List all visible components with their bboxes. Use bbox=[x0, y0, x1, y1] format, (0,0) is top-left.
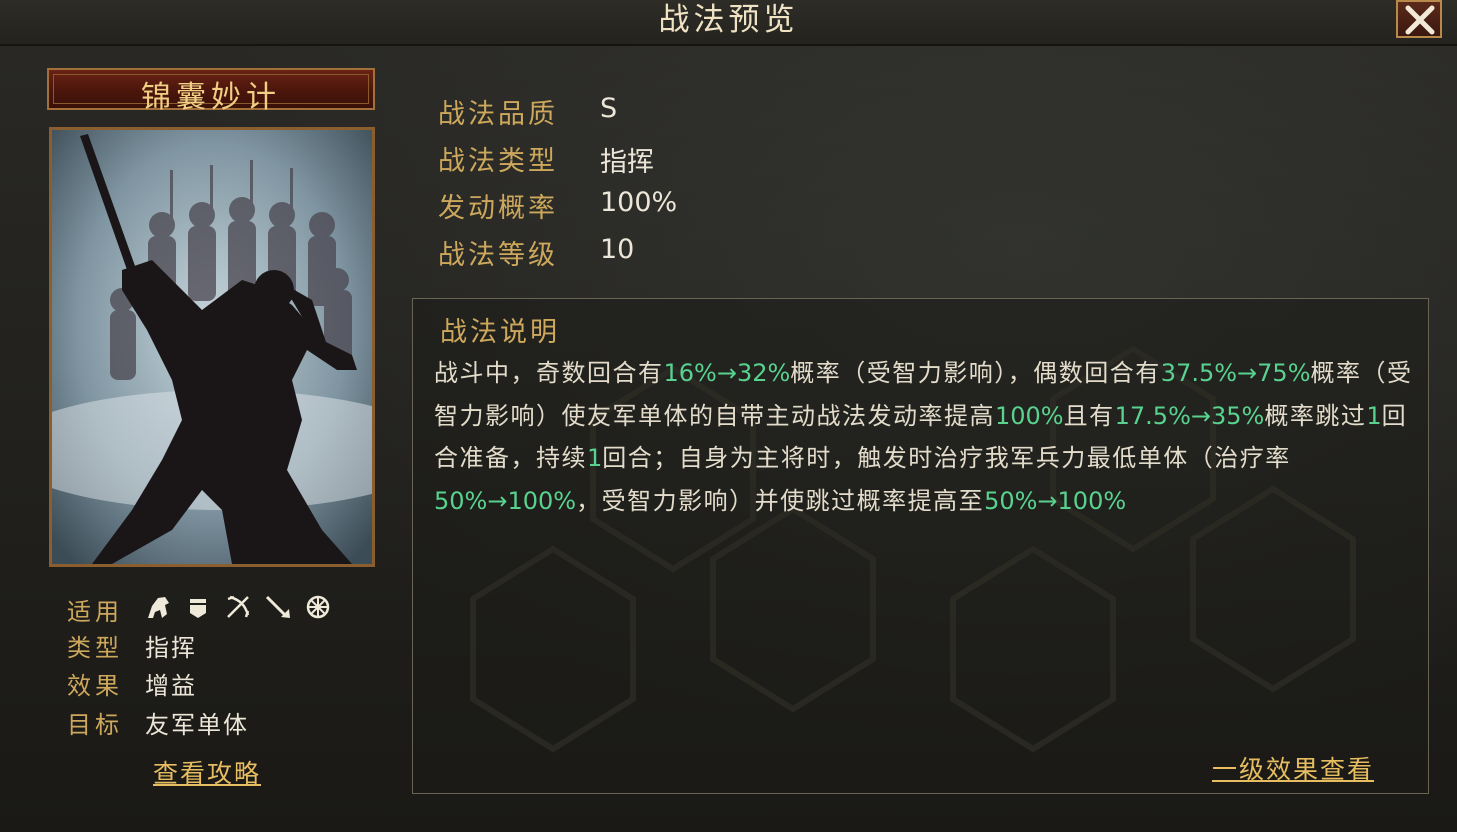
description-segment: 概率跳过 bbox=[1264, 401, 1367, 430]
kind-row: 战法类型 指挥 bbox=[438, 139, 654, 183]
highlight-value: 1 bbox=[587, 444, 603, 472]
quality-row: 战法品质 S bbox=[438, 92, 617, 136]
applicable-label: 适用 bbox=[67, 598, 123, 626]
highlight-value: 1 bbox=[1366, 401, 1382, 430]
effect-label: 效果 bbox=[67, 672, 123, 700]
rate-row: 发动概率 100% bbox=[438, 186, 677, 230]
description-segment: 回合；自身为主将时，触发时治疗我军兵力最低单体（治疗率 bbox=[602, 444, 1291, 472]
highlight-value: 17.5%→35% bbox=[1114, 401, 1265, 430]
warrior-silhouette-art bbox=[52, 130, 372, 564]
shield-icon bbox=[185, 594, 211, 620]
close-icon bbox=[1405, 5, 1435, 35]
view-guide-link[interactable]: 查看攻略 bbox=[153, 754, 261, 790]
type-value: 指挥 bbox=[145, 634, 197, 662]
rate-label: 发动概率 bbox=[438, 193, 558, 224]
highlight-value: 16%→32% bbox=[663, 359, 791, 387]
quality-label: 战法品质 bbox=[438, 99, 558, 130]
target-label: 目标 bbox=[67, 711, 123, 739]
effect-row: 效果 增益 bbox=[67, 666, 195, 701]
effect-value: 增益 bbox=[145, 672, 197, 700]
description-segment: 战斗中，奇数回合有 bbox=[434, 359, 664, 387]
highlight-value: 100% bbox=[995, 401, 1064, 430]
quality-value: S bbox=[600, 93, 618, 124]
highlight-value: 50%→100% bbox=[434, 486, 577, 515]
target-row: 目标 友军单体 bbox=[67, 705, 247, 740]
archer-icon bbox=[225, 594, 251, 620]
page-title: 战法预览 bbox=[658, 2, 799, 38]
close-button[interactable] bbox=[1396, 0, 1442, 38]
skill-name: 锦囊妙计 bbox=[141, 80, 281, 115]
title-bar: 战法预览 bbox=[0, 0, 1457, 46]
skill-card-art bbox=[49, 127, 375, 567]
target-value: 友军单体 bbox=[145, 711, 249, 739]
rate-value: 100% bbox=[600, 187, 678, 218]
description-segment: 且有 bbox=[1063, 401, 1115, 430]
level-label: 战法等级 bbox=[438, 240, 558, 271]
kind-label: 战法类型 bbox=[438, 146, 558, 177]
kind-value: 指挥 bbox=[600, 147, 654, 178]
level1-effect-link[interactable]: 一级效果查看 bbox=[1212, 750, 1374, 786]
siege-icon bbox=[305, 594, 331, 620]
highlight-value: 37.5%→75% bbox=[1160, 359, 1311, 387]
description-text: 战斗中，奇数回合有16%→32%概率（受智力影响），偶数回合有37.5%→75%… bbox=[434, 352, 1414, 522]
applicable-row: 适用 bbox=[67, 592, 330, 627]
cavalry-icon bbox=[145, 594, 171, 620]
skill-name-plate: 锦囊妙计 bbox=[47, 68, 375, 115]
highlight-value: 50%→100% bbox=[984, 486, 1127, 515]
description-segment: 概率（受智力影响），偶数回合有 bbox=[790, 359, 1161, 387]
type-row: 类型 指挥 bbox=[67, 628, 195, 663]
description-title: 战法说明 bbox=[440, 317, 560, 348]
troop-type-icons bbox=[145, 594, 331, 620]
level-value: 10 bbox=[600, 234, 635, 265]
description-segment: ，受智力影响）并使跳过概率提高至 bbox=[576, 486, 985, 515]
level-row: 战法等级 10 bbox=[438, 233, 634, 277]
type-label: 类型 bbox=[67, 634, 123, 662]
spear-icon bbox=[265, 594, 291, 620]
